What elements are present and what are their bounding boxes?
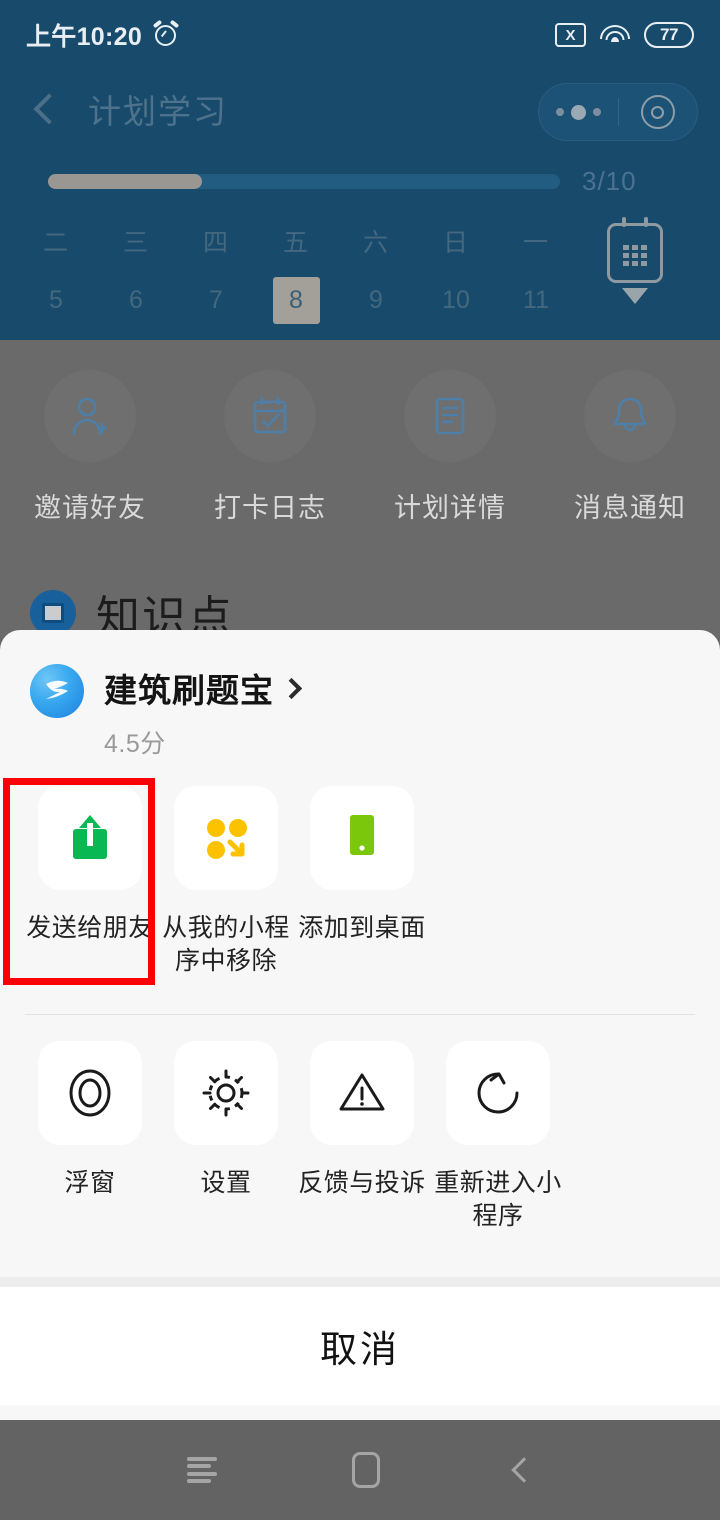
date-cell[interactable]: 三6 <box>96 223 176 324</box>
date-number: 11 <box>523 286 549 314</box>
float-window-icon <box>38 1041 142 1145</box>
invite-friend-icon <box>44 370 136 462</box>
settings-gear-icon <box>174 1041 278 1145</box>
date-number: 8 <box>272 277 320 324</box>
app-logo-z-icon <box>30 664 84 718</box>
progress-track <box>48 174 560 189</box>
calendar-expand-icon[interactable] <box>594 217 676 304</box>
chevron-right-icon[interactable] <box>280 677 303 699</box>
date-weekday: 六 <box>362 229 389 257</box>
sheet-tile-label: 重新进入小程序 <box>434 1169 562 1230</box>
quick-action-row: 邀请好友 打卡日志 计划详情 消息通知 <box>0 340 720 525</box>
date-cell[interactable]: 二5 <box>16 223 96 324</box>
status-bar: 上午10:20 X 77 <box>0 0 720 70</box>
android-nav-bar <box>0 1420 720 1520</box>
no-sim-icon: X <box>555 23 586 47</box>
date-cell[interactable]: 四7 <box>176 223 256 324</box>
quick-action-label: 计划详情 <box>394 493 506 523</box>
plan-detail-icon <box>404 370 496 462</box>
date-cell[interactable]: 五8 <box>256 223 336 324</box>
sheet-tile-label: 设置 <box>200 1169 252 1197</box>
battery-icon: 77 <box>644 22 694 48</box>
sheet-tile-reload-miniprogram[interactable]: 重新进入小程序 <box>430 1041 566 1233</box>
sheet-tile-share-to-friend[interactable]: 发送给朋友 <box>22 786 158 978</box>
phone-screen: 上午10:20 X 77 计划学习 3/10 二 5 三 6 四 7 五 8 六… <box>0 0 720 1520</box>
progress-row: 3/10 <box>0 166 720 197</box>
progress-label: 3/10 <box>582 166 637 196</box>
sheet-tiles-row-2: 浮窗 设置 反馈与投诉 重新进入小程序 <box>0 1015 720 1233</box>
app-nav-header: 计划学习 3/10 二 5 三 6 四 7 五 8 六 9 日 10 一 11 <box>0 70 720 340</box>
date-cell[interactable]: 日 10 <box>416 223 496 324</box>
status-time: 上午10:20 <box>26 23 143 51</box>
android-menu-icon[interactable] <box>187 1457 218 1483</box>
notification-bell-icon <box>584 370 676 462</box>
android-home-icon[interactable] <box>351 1452 380 1488</box>
date-weekday: 四 <box>202 229 229 257</box>
sheet-app-header[interactable]: 建筑刷题宝 4.5分 <box>0 630 720 760</box>
cancel-separator <box>0 1277 720 1287</box>
date-cell[interactable]: 一 11 <box>496 223 576 324</box>
app-score: 4.5分 <box>104 730 166 758</box>
quick-action-label: 邀请好友 <box>34 493 146 523</box>
date-weekday: 五 <box>282 229 309 257</box>
sheet-tile-label: 发送给朋友 <box>26 914 154 942</box>
date-cell[interactable]: 六9 <box>336 223 416 324</box>
wifi-icon <box>600 23 630 47</box>
sheet-tile-float-window[interactable]: 浮窗 <box>22 1041 158 1233</box>
checkin-log-icon <box>224 370 316 462</box>
sheet-tile-label: 反馈与投诉 <box>298 1169 426 1197</box>
date-weekday: 二 <box>42 229 69 257</box>
cancel-button[interactable]: 取消 <box>0 1287 720 1405</box>
android-back-icon[interactable] <box>510 1457 537 1483</box>
sheet-app-meta: 建筑刷题宝 4.5分 <box>104 664 303 760</box>
quick-action-plan-detail[interactable]: 计划详情 <box>360 370 540 525</box>
nav-row: 计划学习 <box>0 70 720 148</box>
date-number: 5 <box>49 286 63 314</box>
share-to-friend-icon <box>38 786 142 890</box>
sheet-tile-add-to-homescreen[interactable]: 添加到桌面 <box>294 786 430 978</box>
progress-fill <box>48 174 202 189</box>
status-bar-right: X 77 <box>555 22 694 48</box>
quick-action-notification-bell[interactable]: 消息通知 <box>540 370 720 525</box>
status-bar-left: 上午10:20 <box>26 17 180 53</box>
back-chevron-icon[interactable] <box>33 93 65 125</box>
sheet-tile-label: 添加到桌面 <box>298 914 426 942</box>
add-to-homescreen-icon <box>310 786 414 890</box>
sheet-tile-settings-gear[interactable]: 设置 <box>158 1041 294 1233</box>
date-number: 7 <box>209 286 223 314</box>
wechat-capsule[interactable] <box>538 83 698 141</box>
sheet-tile-feedback-warning[interactable]: 反馈与投诉 <box>294 1041 430 1233</box>
reload-miniprogram-icon <box>446 1041 550 1145</box>
sheet-tile-label: 从我的小程序中移除 <box>162 914 290 975</box>
close-target-icon[interactable] <box>619 95 698 129</box>
date-number: 9 <box>369 286 383 314</box>
week-date-strip: 二 5 三 6 四 7 五 8 六 9 日 10 一 11 <box>0 217 720 324</box>
date-number: 10 <box>442 286 470 314</box>
feedback-warning-icon <box>310 1041 414 1145</box>
app-name: 建筑刷题宝 <box>104 672 274 709</box>
quick-action-label: 打卡日志 <box>214 493 326 523</box>
sheet-tile-label: 浮窗 <box>64 1169 116 1197</box>
quick-action-invite-friend[interactable]: 邀请好友 <box>0 370 180 525</box>
date-weekday: 日 <box>442 229 469 257</box>
sheet-tile-remove-from-miniprogram[interactable]: 从我的小程序中移除 <box>158 786 294 978</box>
more-dots-icon[interactable] <box>539 104 618 120</box>
date-number: 6 <box>129 286 143 314</box>
date-weekday: 一 <box>522 229 549 257</box>
alarm-clock-icon <box>152 19 180 48</box>
sheet-tiles-row-1: 发送给朋友 从我的小程序中移除 添加到桌面 <box>0 760 720 978</box>
quick-action-label: 消息通知 <box>574 493 686 523</box>
page-title: 计划学习 <box>88 93 228 130</box>
app-name-row[interactable]: 建筑刷题宝 <box>104 664 303 712</box>
date-weekday: 三 <box>122 229 149 257</box>
action-sheet: 建筑刷题宝 4.5分 发送给朋友 从我的小程序中移除 添加到桌面 浮窗 设置 反馈与投诉… <box>0 630 720 1420</box>
quick-action-checkin-log[interactable]: 打卡日志 <box>180 370 360 525</box>
remove-from-miniprogram-icon <box>174 786 278 890</box>
